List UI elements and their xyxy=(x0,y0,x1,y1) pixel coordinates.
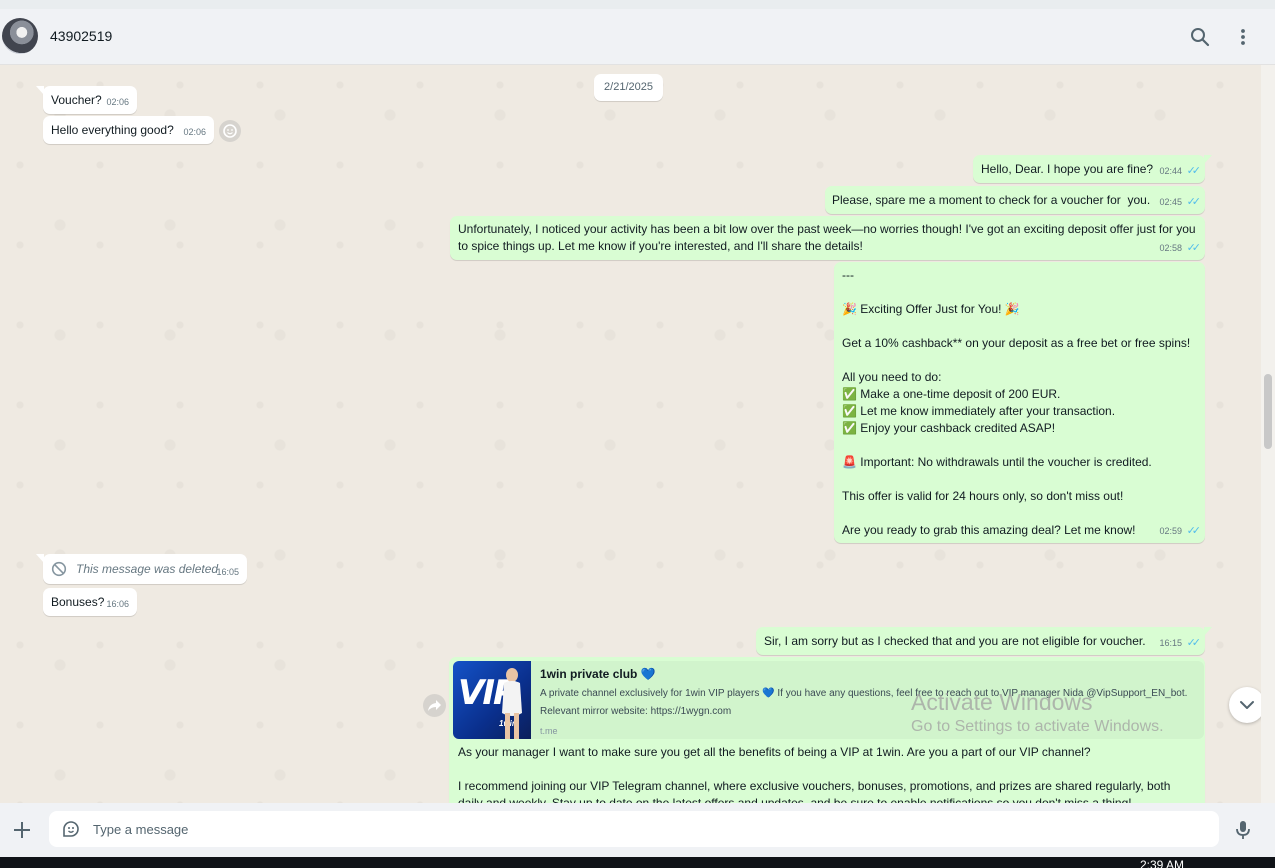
emoji-reaction-icon[interactable] xyxy=(219,120,241,142)
message-text: Bonuses? xyxy=(51,595,105,609)
os-taskbar: 2:39 AM xyxy=(0,857,1275,868)
message-incoming[interactable]: Voucher? 02:06 xyxy=(36,86,137,114)
message-text: This message was deleted xyxy=(76,562,219,576)
date-separator: 2/21/2025 xyxy=(594,74,663,101)
read-ticks-icon: ✓✓ xyxy=(1186,196,1202,208)
avatar[interactable] xyxy=(2,18,38,54)
message-outgoing[interactable]: Sir, I am sorry but as I checked that an… xyxy=(756,627,1212,655)
message-input-box[interactable] xyxy=(49,811,1219,847)
read-ticks-icon: ✓✓ xyxy=(1186,637,1202,649)
watermark-line-2: Go to Settings to activate Windows. xyxy=(911,718,1164,735)
plus-icon[interactable] xyxy=(11,819,33,841)
message-text: Unfortunately, I noticed your activity h… xyxy=(458,222,1199,253)
message-input[interactable] xyxy=(93,811,1203,847)
message-time: 02:59 xyxy=(1159,526,1183,536)
chat-header: 43902519 xyxy=(0,9,1275,65)
chevron-down-icon xyxy=(1240,701,1254,709)
message-text: Hello everything good? xyxy=(51,123,174,137)
message-text: Please, spare me a moment to check for a… xyxy=(832,193,1151,207)
activate-windows-watermark: Activate Windows Go to Settings to activ… xyxy=(911,689,1164,736)
menu-dots-icon[interactable] xyxy=(1232,26,1254,48)
message-meta: 16:15 ✓✓ xyxy=(1159,635,1202,652)
message-text: --- 🎉 Exciting Offer Just for You! 🎉 Get… xyxy=(842,268,1191,537)
message-meta: 02:58 ✓✓ xyxy=(1159,240,1202,257)
read-ticks-icon: ✓✓ xyxy=(1186,165,1202,177)
scrollbar-thumb[interactable] xyxy=(1264,374,1272,449)
message-time: 02:58 xyxy=(1159,243,1183,253)
forward-icon[interactable] xyxy=(423,694,446,717)
taskbar-clock[interactable]: 2:39 AM xyxy=(1140,858,1184,868)
message-incoming[interactable]: Hello everything good? 02:06 xyxy=(43,116,214,144)
sticker-icon[interactable] xyxy=(61,819,81,839)
watermark-line-1: Activate Windows xyxy=(911,689,1093,715)
message-incoming[interactable]: Bonuses? 16:06 xyxy=(43,588,137,616)
message-time: 02:44 xyxy=(1159,166,1183,176)
message-time: 16:15 xyxy=(1159,638,1183,648)
message-meta: 02:59 ✓✓ xyxy=(1159,523,1202,540)
link-preview-domain: t.me xyxy=(540,726,558,736)
read-ticks-icon: ✓✓ xyxy=(1186,525,1202,537)
message-time: 16:05 xyxy=(216,567,239,577)
message-time: 02:06 xyxy=(183,127,206,137)
message-incoming-deleted[interactable]: This message was deleted 16:05 xyxy=(36,554,247,584)
mic-icon[interactable] xyxy=(1233,818,1253,842)
chat-scrollbar[interactable] xyxy=(1261,65,1275,803)
message-outgoing[interactable]: Hello, Dear. I hope you are fine? 02:44 … xyxy=(973,155,1212,183)
message-text: As your manager I want to make sure you … xyxy=(458,745,1171,803)
link-preview-thumbnail: VIP 1win xyxy=(453,661,531,739)
read-ticks-icon: ✓✓ xyxy=(1186,242,1202,254)
message-outgoing[interactable]: Unfortunately, I noticed your activity h… xyxy=(450,216,1205,260)
message-text: Sir, I am sorry but as I checked that an… xyxy=(764,634,1146,648)
message-outgoing[interactable]: --- 🎉 Exciting Offer Just for You! 🎉 Get… xyxy=(834,262,1205,543)
window-top-strip xyxy=(0,0,1275,9)
message-text: Voucher? xyxy=(51,93,102,107)
message-meta: 02:45 ✓✓ xyxy=(1159,194,1202,211)
blocked-icon xyxy=(51,561,67,582)
message-time: 02:45 xyxy=(1159,197,1183,207)
message-meta: 02:44 ✓✓ xyxy=(1159,163,1202,180)
search-icon[interactable] xyxy=(1189,26,1211,48)
message-time: 02:06 xyxy=(106,97,129,107)
message-outgoing[interactable]: Please, spare me a moment to check for a… xyxy=(825,186,1205,214)
contact-name[interactable]: 43902519 xyxy=(50,28,112,44)
message-composer xyxy=(0,803,1275,857)
message-text: Hello, Dear. I hope you are fine? xyxy=(981,162,1154,176)
message-time: 16:06 xyxy=(106,599,129,609)
link-preview-title[interactable]: 1win private club 💙 xyxy=(540,666,656,683)
scroll-to-bottom-button[interactable] xyxy=(1229,687,1265,723)
